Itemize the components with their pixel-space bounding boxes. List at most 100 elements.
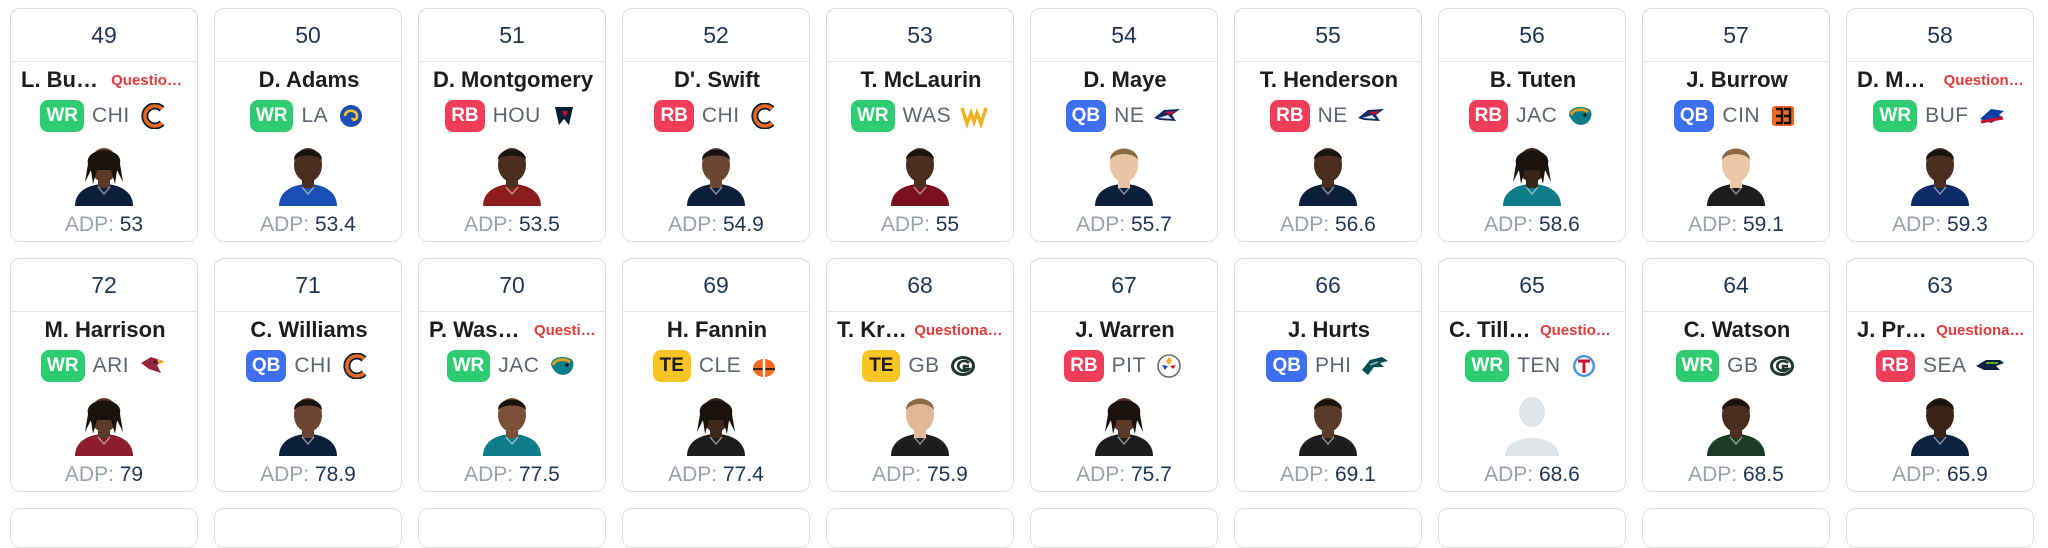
player-meta: TE CLE — [623, 350, 809, 382]
player-card[interactable]: 57 J. Burrow QB CIN ADP: 59.1 — [1642, 8, 1830, 242]
player-name-row: P. Washington Questionable — [429, 315, 597, 345]
player-name-row: J. Warren — [1041, 315, 1209, 345]
bears-logo-icon — [340, 353, 370, 379]
adp-label: ADP: — [464, 213, 514, 236]
player-card[interactable]: 58 D. Moore Questionable WR BUF ADP: 59.3 — [1846, 8, 2034, 242]
team-abbr: ARI — [92, 354, 130, 377]
player-card[interactable]: 67 J. Warren RB PIT ADP: 75.7 — [1030, 258, 1218, 492]
player-headshot — [1293, 390, 1363, 456]
player-card[interactable]: 56 B. Tuten RB JAC ADP: 58.6 — [1438, 8, 1626, 242]
player-card-partial[interactable] — [622, 508, 810, 548]
player-card[interactable]: 53 T. McLaurin WR WAS ADP: 55 — [826, 8, 1014, 242]
player-card[interactable]: 70 P. Washington Questionable WR JAC ADP: 77.… — [418, 258, 606, 492]
packers-logo-icon — [948, 353, 978, 379]
pick-number: 51 — [419, 9, 605, 62]
player-card-partial[interactable] — [1438, 508, 1626, 548]
bears-logo-icon — [138, 103, 168, 129]
adp-row: ADP: 68.6 — [1439, 463, 1625, 489]
player-card-partial[interactable] — [214, 508, 402, 548]
position-badge: WR — [446, 350, 491, 382]
player-name: T. McLaurin — [860, 67, 982, 92]
adp-value: 77.4 — [722, 463, 764, 486]
adp-value: 59.3 — [1946, 213, 1988, 236]
patriots-logo-icon — [1152, 103, 1182, 129]
player-name-row: M. Harrison — [21, 315, 189, 345]
player-name: C. Williams — [250, 317, 368, 342]
commanders-logo-icon — [959, 103, 989, 129]
player-meta: QB PHI — [1235, 350, 1421, 382]
adp-label: ADP: — [872, 463, 922, 486]
player-card-partial[interactable] — [1234, 508, 1422, 548]
position-badge: QB — [245, 350, 287, 382]
adp-row: ADP: 68.5 — [1643, 463, 1829, 489]
player-name: D. Maye — [1083, 67, 1167, 92]
player-card[interactable]: 63 J. Price Questionable RB SEA ADP: 65.9 — [1846, 258, 2034, 492]
team-abbr: PHI — [1314, 354, 1352, 377]
team-abbr: JAC — [498, 354, 540, 377]
player-meta: QB CHI — [215, 350, 401, 382]
player-name: J. Price — [1857, 317, 1931, 342]
player-card[interactable]: 65 C. Tillman Questionable WR TEN ADP: 68.6 — [1438, 258, 1626, 492]
player-name: H. Fannin — [666, 317, 768, 342]
player-card[interactable]: 72 M. Harrison WR ARI ADP: 79 — [10, 258, 198, 492]
adp-label: ADP: — [1892, 213, 1942, 236]
adp-row: ADP: 75.9 — [827, 463, 1013, 489]
player-card[interactable]: 50 D. Adams WR LA ADP: 53.4 — [214, 8, 402, 242]
adp-label: ADP: — [1280, 463, 1330, 486]
player-headshot — [681, 390, 751, 456]
player-card[interactable]: 52 D'. Swift RB CHI ADP: 54.9 — [622, 8, 810, 242]
position-badge: RB — [1270, 100, 1310, 132]
player-headshot — [1905, 140, 1975, 206]
player-card-partial[interactable] — [418, 508, 606, 548]
player-card-partial[interactable] — [10, 508, 198, 548]
player-headshot — [477, 140, 547, 206]
player-headshot — [1497, 140, 1567, 206]
team-abbr: NE — [1317, 104, 1348, 127]
player-card[interactable]: 49 L. Burden Questionable WR CHI ADP: 53 — [10, 8, 198, 242]
player-card[interactable]: 54 D. Maye QB NE ADP: 55.7 — [1030, 8, 1218, 242]
player-card[interactable]: 68 T. Kraft Questionable TE GB ADP: 75.9 — [826, 258, 1014, 492]
player-card[interactable]: 55 T. Henderson RB NE ADP: 56.6 — [1234, 8, 1422, 242]
adp-label: ADP: — [260, 463, 310, 486]
bears-logo-icon — [748, 103, 778, 129]
bengals-logo-icon — [1768, 103, 1798, 129]
player-headshot — [273, 390, 343, 456]
player-card-partial[interactable] — [1030, 508, 1218, 548]
position-badge: RB — [1064, 350, 1104, 382]
player-headshot — [1497, 390, 1567, 456]
adp-row: ADP: 78.9 — [215, 463, 401, 489]
player-card-partial[interactable] — [1846, 508, 2034, 548]
pick-number: 49 — [11, 9, 197, 62]
position-badge: WR — [1873, 100, 1918, 132]
adp-row: ADP: 56.6 — [1235, 213, 1421, 239]
titans-logo-icon — [1569, 353, 1599, 379]
player-card[interactable]: 69 H. Fannin TE CLE ADP: 77.4 — [622, 258, 810, 492]
player-name: B. Tuten — [1489, 67, 1577, 92]
adp-value: 55.7 — [1130, 213, 1172, 236]
player-card[interactable]: 66 J. Hurts QB PHI ADP: 69.1 — [1234, 258, 1422, 492]
adp-label: ADP: — [464, 463, 514, 486]
pick-number: 53 — [827, 9, 1013, 62]
player-card-partial[interactable] — [826, 508, 1014, 548]
player-headshot — [1701, 140, 1771, 206]
player-name: C. Watson — [1683, 317, 1791, 342]
player-card[interactable]: 64 C. Watson WR GB ADP: 68.5 — [1642, 258, 1830, 492]
player-meta: QB CIN — [1643, 100, 1829, 132]
jaguars-logo-icon — [547, 353, 577, 379]
team-abbr: SEA — [1922, 354, 1967, 377]
player-name: D. Montgomery — [432, 67, 594, 92]
player-meta: WR WAS — [827, 100, 1013, 132]
position-badge: WR — [40, 100, 84, 132]
position-badge: RB — [654, 100, 694, 132]
adp-value: 68.6 — [1538, 463, 1580, 486]
pick-number: 56 — [1439, 9, 1625, 62]
team-abbr: CHI — [91, 104, 130, 127]
steelers-logo-icon — [1154, 353, 1184, 379]
player-card[interactable]: 71 C. Williams QB CHI ADP: 78.9 — [214, 258, 402, 492]
adp-row: ADP: 53.5 — [419, 213, 605, 239]
position-badge: WR — [40, 350, 85, 382]
player-headshot — [1905, 390, 1975, 456]
player-card-partial[interactable] — [1642, 508, 1830, 548]
player-card[interactable]: 51 D. Montgomery RB HOU ADP: 53.5 — [418, 8, 606, 242]
player-meta: RB HOU — [419, 100, 605, 132]
